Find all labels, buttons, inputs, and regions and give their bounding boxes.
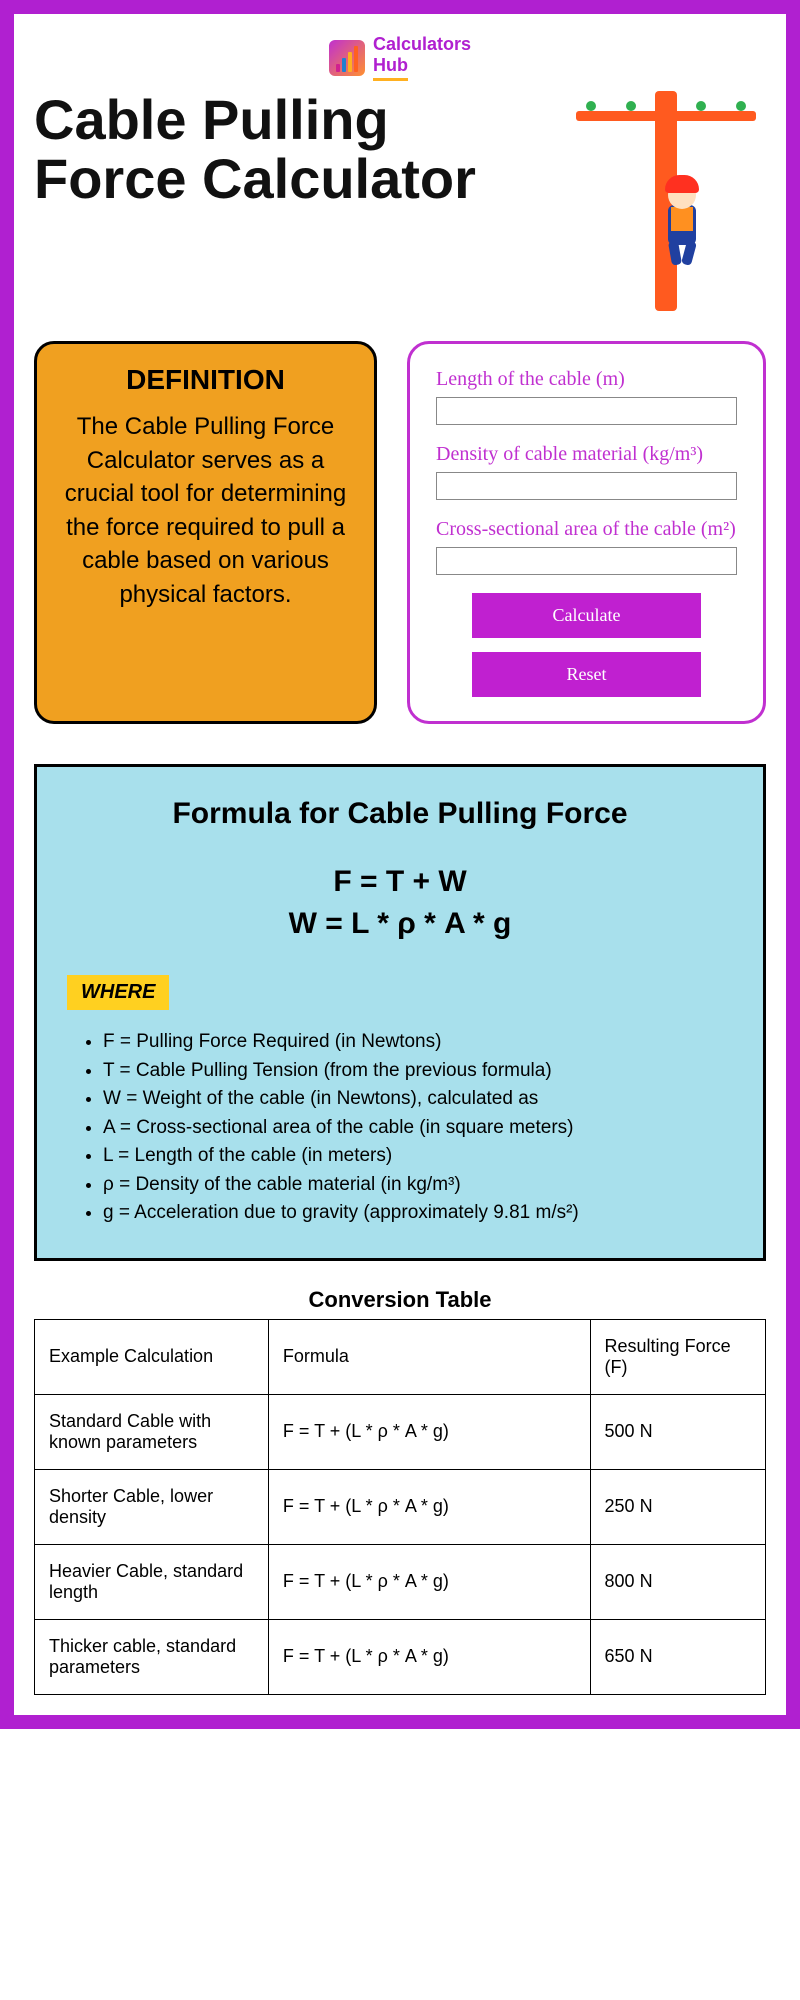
table-row: Example Calculation Formula Resulting Fo… <box>35 1319 766 1394</box>
logo: Calculators Hub <box>34 34 766 81</box>
conversion-title: Conversion Table <box>34 1287 766 1313</box>
legend-item: ρ = Density of the cable material (in kg… <box>103 1171 733 1200</box>
reset-button[interactable]: Reset <box>472 652 701 697</box>
formula-box: Formula for Cable Pulling Force F = T + … <box>34 764 766 1261</box>
logo-line1: Calculators <box>373 34 471 55</box>
density-input[interactable] <box>436 472 737 500</box>
formula-eq2: W = L * ρ * A * g <box>67 903 733 945</box>
page-title: Cable Pulling Force Calculator <box>34 91 556 209</box>
length-input[interactable] <box>436 397 737 425</box>
table-row: Standard Cable with known parameters F =… <box>35 1394 766 1469</box>
density-label: Density of cable material (kg/m³) <box>436 443 737 466</box>
conversion-table: Example Calculation Formula Resulting Fo… <box>34 1319 766 1695</box>
page-container: Calculators Hub Cable Pulling Force Calc… <box>0 0 800 1729</box>
legend-item: W = Weight of the cable (in Newtons), ca… <box>103 1085 733 1114</box>
where-tag: WHERE <box>67 975 169 1010</box>
col-header: Resulting Force (F) <box>590 1319 765 1394</box>
area-input[interactable] <box>436 547 737 575</box>
logo-icon <box>329 40 365 76</box>
lineman-illustration <box>566 91 766 311</box>
table-row: Thicker cable, standard parameters F = T… <box>35 1619 766 1694</box>
formula-heading: Formula for Cable Pulling Force <box>67 797 733 831</box>
formula-legend: F = Pulling Force Required (in Newtons) … <box>67 1028 733 1228</box>
col-header: Example Calculation <box>35 1319 269 1394</box>
legend-item: F = Pulling Force Required (in Newtons) <box>103 1028 733 1057</box>
length-label: Length of the cable (m) <box>436 368 737 391</box>
legend-item: L = Length of the cable (in meters) <box>103 1142 733 1171</box>
calculator-box: Length of the cable (m) Density of cable… <box>407 341 766 724</box>
logo-line2: Hub <box>373 55 408 81</box>
calculate-button[interactable]: Calculate <box>472 593 701 638</box>
area-label: Cross-sectional area of the cable (m²) <box>436 518 737 541</box>
formula-equations: F = T + W W = L * ρ * A * g <box>67 861 733 945</box>
definition-text: The Cable Pulling Force Calculator serve… <box>55 410 356 612</box>
table-row: Shorter Cable, lower density F = T + (L … <box>35 1469 766 1544</box>
formula-eq1: F = T + W <box>67 861 733 903</box>
hero: Cable Pulling Force Calculator <box>34 91 766 311</box>
col-header: Formula <box>268 1319 590 1394</box>
table-row: Heavier Cable, standard length F = T + (… <box>35 1544 766 1619</box>
definition-box: DEFINITION The Cable Pulling Force Calcu… <box>34 341 377 724</box>
legend-item: T = Cable Pulling Tension (from the prev… <box>103 1057 733 1086</box>
definition-heading: DEFINITION <box>55 364 356 396</box>
legend-item: g = Acceleration due to gravity (approxi… <box>103 1199 733 1228</box>
legend-item: A = Cross-sectional area of the cable (i… <box>103 1114 733 1143</box>
